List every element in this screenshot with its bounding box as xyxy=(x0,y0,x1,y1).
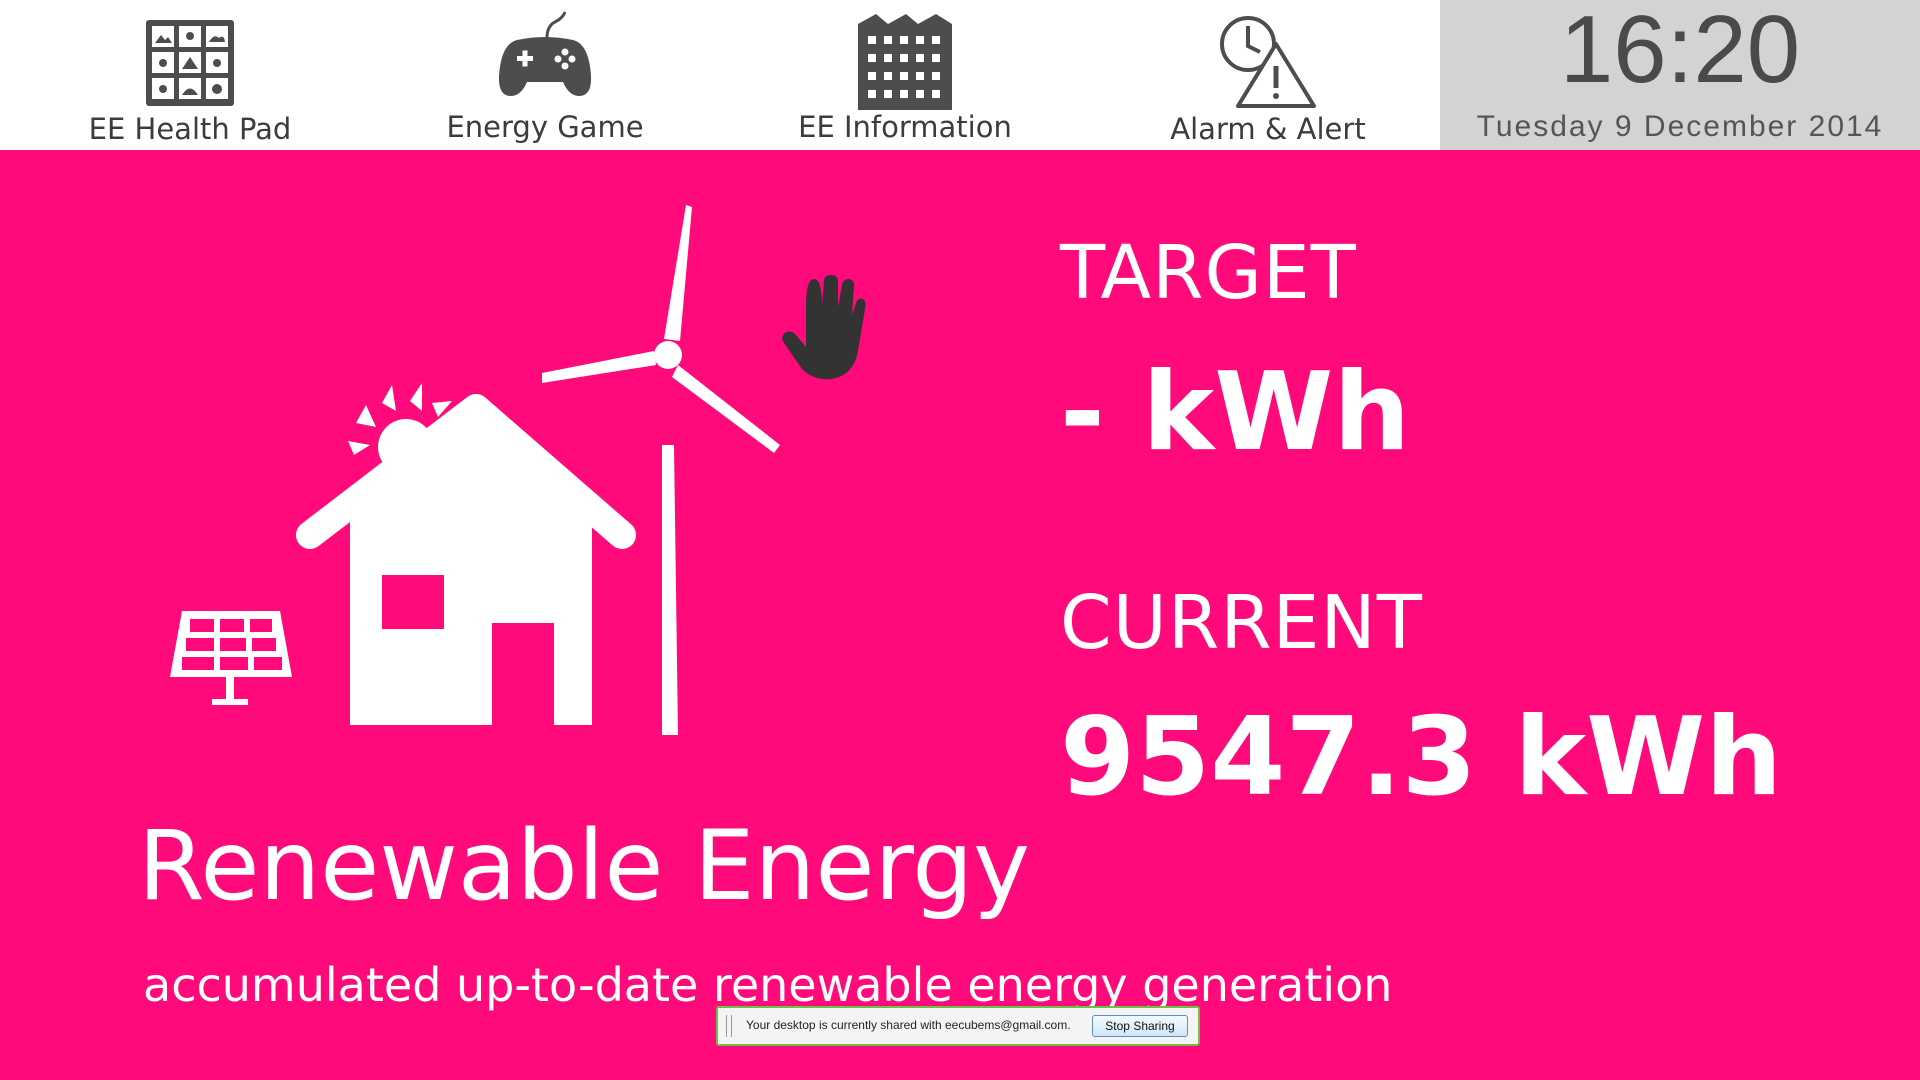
clock-warning-icon xyxy=(1220,16,1316,108)
nav-item-alarm-alert[interactable]: Alarm & Alert xyxy=(1138,0,1398,150)
nav-label: Alarm & Alert xyxy=(1170,112,1366,146)
current-label: CURRENT xyxy=(1060,580,1423,666)
sharing-message: Your desktop is currently shared with ee… xyxy=(746,1018,1071,1032)
nav-item-ee-information[interactable]: EE Information xyxy=(775,0,1035,150)
panel-title: Renewable Energy xyxy=(138,810,1030,922)
target-label: TARGET xyxy=(1060,230,1357,316)
nav-item-energy-game[interactable]: Energy Game xyxy=(415,0,675,150)
clock-panel: 16:20 Tuesday 9 December 2014 xyxy=(1440,0,1920,150)
drag-handle[interactable] xyxy=(726,1015,732,1037)
house-icon xyxy=(296,394,636,727)
clock-date: Tuesday 9 December 2014 xyxy=(1476,110,1884,143)
nav-label: Energy Game xyxy=(446,110,644,144)
hand-cursor-icon xyxy=(782,275,866,380)
nav-label: EE Health Pad xyxy=(88,112,292,146)
nav-item-ee-health-pad[interactable]: EE Health Pad xyxy=(60,0,320,150)
nav-label: EE Information xyxy=(798,110,1012,144)
top-navigation-bar: EE Health Pad Energy Game EE Information xyxy=(0,0,1920,150)
current-value: 9547.3 kWh xyxy=(1060,695,1783,820)
clock-time: 16:20 xyxy=(1559,0,1801,103)
renewable-energy-illustration xyxy=(170,205,780,735)
solar-panel-icon xyxy=(170,611,292,705)
building-icon xyxy=(858,14,952,110)
stop-sharing-button[interactable]: Stop Sharing xyxy=(1092,1015,1188,1037)
target-value: - kWh xyxy=(1060,350,1411,475)
panel-subtitle: accumulated up-to-date renewable energy … xyxy=(143,958,1393,1012)
renewable-energy-panel: TARGET - kWh CURRENT 9547.3 kWh Renewabl… xyxy=(0,150,1920,1080)
health-pad-grid-icon xyxy=(146,20,234,106)
desktop-sharing-bar: Your desktop is currently shared with ee… xyxy=(716,1006,1200,1046)
gamepad-icon xyxy=(498,11,592,96)
